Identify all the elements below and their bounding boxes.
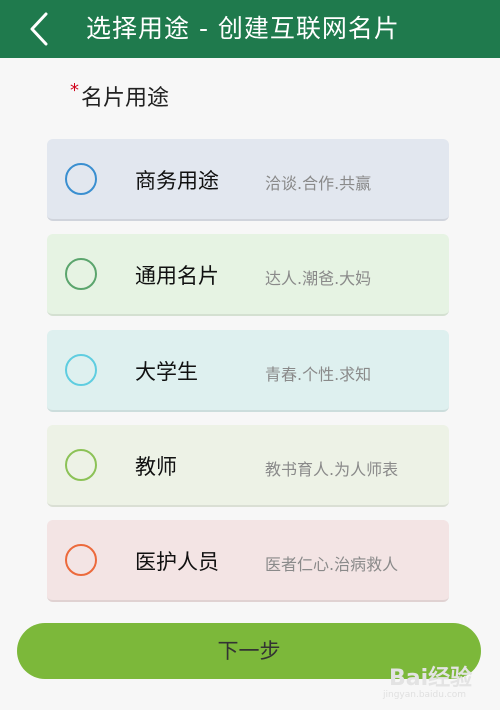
watermark-logo: Bai经验 jingyan.baidu.com [383, 656, 495, 706]
option-teacher[interactable]: 教师 教书育人.为人师表 [47, 425, 449, 507]
required-mark: * [70, 80, 79, 101]
option-name: 商务用途 [135, 169, 219, 193]
radio-circle-icon[interactable] [65, 163, 97, 195]
option-medical[interactable]: 医护人员 医者仁心.治病救人 [47, 520, 449, 602]
radio-circle-icon[interactable] [65, 449, 97, 481]
option-name: 教师 [135, 455, 177, 479]
radio-circle-icon[interactable] [65, 544, 97, 576]
option-description: 教书育人.为人师表 [265, 460, 399, 479]
option-student[interactable]: 大学生 青春.个性.求知 [47, 330, 449, 412]
radio-circle-icon[interactable] [65, 258, 97, 290]
option-general[interactable]: 通用名片 达人.潮爸.大妈 [47, 234, 449, 316]
back-button[interactable] [20, 10, 58, 48]
section-label-text: 名片用途 [81, 86, 170, 111]
radio-circle-icon[interactable] [65, 354, 97, 386]
watermark-url: jingyan.baidu.com [383, 690, 467, 700]
app-header: 选择用途 - 创建互联网名片 [0, 0, 500, 58]
option-business[interactable]: 商务用途 洽谈.合作.共赢 [47, 139, 449, 221]
option-name: 医护人员 [135, 550, 219, 574]
option-name: 大学生 [135, 360, 198, 384]
option-description: 医者仁心.治病救人 [265, 555, 399, 574]
page-title: 选择用途 - 创建互联网名片 [86, 14, 400, 43]
watermark-text: Bai经验 [389, 666, 473, 691]
section-label: *名片用途 [70, 80, 169, 112]
option-name: 通用名片 [135, 264, 219, 288]
option-description: 洽谈.合作.共赢 [265, 174, 372, 193]
option-description: 达人.潮爸.大妈 [265, 269, 372, 288]
chevron-left-icon [30, 12, 48, 46]
option-description: 青春.个性.求知 [265, 365, 372, 384]
